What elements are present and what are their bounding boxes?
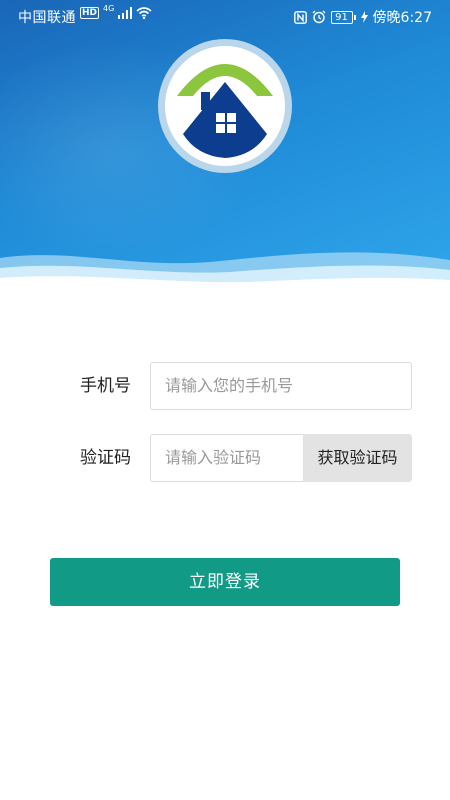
clock-time: 傍晚6:27 bbox=[372, 10, 432, 26]
nfc-icon bbox=[293, 10, 307, 24]
status-bar: 中国联通 HD 4G 91 傍晚6:27 bbox=[0, 0, 450, 32]
network-type: 4G bbox=[103, 3, 115, 13]
get-code-button[interactable]: 获取验证码 bbox=[303, 434, 412, 482]
code-label: 验证码 bbox=[80, 448, 131, 468]
code-input[interactable]: 请输入验证码 bbox=[150, 434, 305, 482]
hd-badge: HD bbox=[80, 7, 100, 19]
wave-decoration bbox=[0, 252, 450, 290]
wifi-icon bbox=[136, 7, 152, 19]
alarm-icon bbox=[312, 10, 326, 24]
phone-label: 手机号 bbox=[80, 376, 131, 396]
phone-input[interactable]: 请输入您的手机号 bbox=[150, 362, 412, 410]
login-button[interactable]: 立即登录 bbox=[50, 558, 400, 606]
code-row: 验证码 请输入验证码 获取验证码 bbox=[0, 434, 450, 482]
battery-tip bbox=[353, 14, 356, 20]
status-left-icons: HD 4G bbox=[80, 3, 152, 19]
status-right-icons: 91 傍晚6:27 bbox=[293, 7, 432, 27]
battery-level: 91 bbox=[330, 10, 353, 24]
battery-icon: 91 bbox=[330, 10, 356, 24]
signal-icon bbox=[118, 7, 133, 19]
app-logo bbox=[158, 39, 292, 173]
phone-row: 手机号 请输入您的手机号 bbox=[0, 362, 450, 410]
charging-icon bbox=[360, 11, 368, 23]
carrier-name: 中国联通 bbox=[18, 10, 76, 26]
